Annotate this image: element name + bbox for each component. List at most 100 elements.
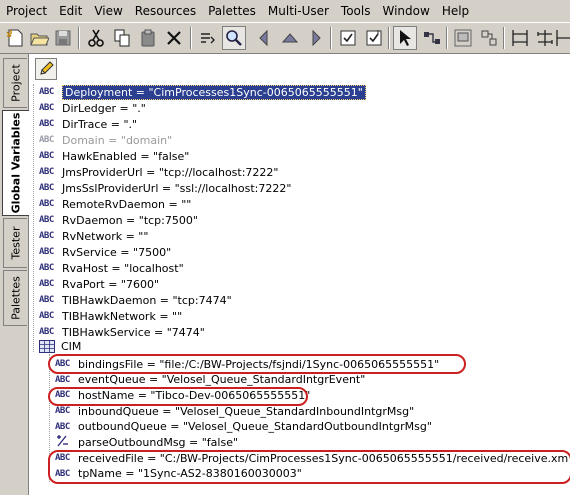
tab-tester[interactable]: Tester bbox=[3, 218, 27, 268]
ungroup-icon[interactable] bbox=[477, 26, 501, 50]
tree-connector bbox=[33, 84, 34, 352]
menu-project[interactable]: Project bbox=[0, 0, 53, 22]
variable-row[interactable]: ABC TIBHawkDaemon = "tcp:7474" bbox=[39, 292, 232, 308]
variable-text: receivedFile = "C:/BW-Projects/CimProces… bbox=[78, 451, 569, 465]
string-type-icon: ABC bbox=[39, 279, 54, 289]
string-type-icon: ABC bbox=[39, 263, 54, 273]
find-icon[interactable] bbox=[196, 26, 220, 50]
variable-row[interactable]: ABC JmsProviderUrl = "tcp://localhost:722… bbox=[39, 164, 278, 180]
variable-text: TIBHawkNetwork = "" bbox=[62, 309, 183, 323]
variable-row[interactable]: ABC RemoteRvDaemon = "" bbox=[39, 196, 191, 212]
variable-row[interactable]: ABC TIBHawkNetwork = "" bbox=[39, 308, 182, 324]
variable-text: inboundQueue = "Velosel_Queue_StandardIn… bbox=[78, 404, 415, 418]
string-type-icon: ABC bbox=[39, 231, 54, 241]
menu-palettes[interactable]: Palettes bbox=[202, 0, 262, 22]
variable-text: RvService = "7500" bbox=[62, 245, 172, 259]
new-icon[interactable] bbox=[3, 26, 27, 50]
copy-icon[interactable] bbox=[110, 26, 134, 50]
string-type-icon: ABC bbox=[39, 311, 54, 321]
string-type-icon: ABC bbox=[39, 135, 54, 145]
variable-row[interactable]: ABC DirLedger = "." bbox=[39, 100, 146, 116]
variable-row[interactable]: ABC HawkEnabled = "false" bbox=[39, 148, 189, 164]
align-right-icon[interactable] bbox=[554, 26, 570, 50]
toolbar-separator bbox=[190, 27, 192, 49]
string-type-icon: ABC bbox=[39, 103, 54, 113]
variable-text: hostName = "Tibco-Dev-0065065555551" bbox=[78, 388, 311, 402]
string-type-icon: ABC bbox=[39, 199, 54, 209]
forward-icon[interactable] bbox=[304, 26, 328, 50]
group-node-cim[interactable]: CIM bbox=[39, 338, 81, 354]
align-left-icon[interactable] bbox=[508, 26, 532, 50]
variable-text: DirLedger = "." bbox=[62, 101, 146, 115]
menu-view[interactable]: View bbox=[88, 0, 128, 22]
group-variable-row[interactable]: parseOutboundMsg = "false" bbox=[55, 435, 238, 451]
variable-row[interactable]: ABC RvaPort = "7600" bbox=[39, 276, 159, 292]
variable-row[interactable]: ABC RvNetwork = "" bbox=[39, 228, 148, 244]
open-folder-icon[interactable] bbox=[27, 26, 51, 50]
group-variable-row[interactable]: ABC eventQueue = "Velosel_Queue_StandardI… bbox=[55, 372, 365, 388]
menu-resources[interactable]: Resources bbox=[129, 0, 202, 22]
back-icon[interactable] bbox=[252, 26, 276, 50]
tab-global-variables-label: Global Variables bbox=[9, 112, 23, 214]
variable-row[interactable]: ABC RvService = "7500" bbox=[39, 244, 171, 260]
string-type-icon: ABC bbox=[39, 247, 54, 257]
string-type-icon: ABC bbox=[39, 183, 54, 193]
tab-global-variables[interactable]: Global Variables bbox=[2, 110, 29, 216]
string-type-icon: ABC bbox=[39, 87, 54, 97]
save-icon[interactable] bbox=[51, 26, 75, 50]
menu-multi-user[interactable]: Multi-User bbox=[262, 0, 335, 22]
group-icon[interactable] bbox=[451, 26, 475, 50]
cut-icon[interactable] bbox=[84, 26, 108, 50]
variable-row[interactable]: ABC Domain = "domain" bbox=[39, 132, 172, 148]
paste-icon[interactable] bbox=[136, 26, 160, 50]
variable-text: RvNetwork = "" bbox=[62, 229, 149, 243]
variable-row[interactable]: ABC RvDaemon = "tcp:7500" bbox=[39, 212, 198, 228]
menu-help[interactable]: Help bbox=[436, 0, 475, 22]
select-pointer-icon[interactable] bbox=[393, 26, 417, 50]
group-variable-row[interactable]: ABC inboundQueue = "Velosel_Queue_Standar… bbox=[55, 403, 414, 419]
string-type-icon: ABC bbox=[55, 359, 70, 369]
string-type-icon: ABC bbox=[39, 295, 54, 305]
up-icon[interactable] bbox=[278, 26, 302, 50]
table-group-icon bbox=[39, 339, 55, 353]
connect-icon[interactable] bbox=[420, 26, 444, 50]
tab-project[interactable]: Project bbox=[3, 58, 27, 108]
toolbar bbox=[0, 22, 570, 54]
string-type-icon: ABC bbox=[39, 167, 54, 177]
variable-row[interactable]: ABC RvaHost = "localhost" bbox=[39, 260, 184, 276]
boolean-type-icon bbox=[55, 435, 73, 450]
variable-text: RemoteRvDaemon = "" bbox=[62, 197, 192, 211]
menu-tools[interactable]: Tools bbox=[335, 0, 377, 22]
variable-text: bindingsFile = "file:/C:/BW-Projects/fsj… bbox=[78, 357, 440, 371]
variable-text: JmsSslProviderUrl = "ssl://localhost:722… bbox=[62, 181, 292, 195]
group-variable-row[interactable]: ABC receivedFile = "C:/BW-Projects/CimPro… bbox=[55, 450, 568, 466]
group-variable-row[interactable]: ABC hostName = "Tibco-Dev-0065065555551" bbox=[55, 387, 310, 403]
variable-row[interactable]: ABC DirTrace = "." bbox=[39, 116, 137, 132]
validate-icon[interactable] bbox=[336, 26, 360, 50]
delete-icon[interactable] bbox=[162, 26, 186, 50]
pencil-icon bbox=[40, 61, 54, 75]
toolbar-separator bbox=[503, 27, 505, 49]
toolbar-separator bbox=[330, 27, 332, 49]
tab-palettes[interactable]: Palettes bbox=[3, 270, 27, 326]
variable-text: RvDaemon = "tcp:7500" bbox=[62, 213, 198, 227]
search-zoom-icon[interactable] bbox=[222, 26, 246, 50]
group-variable-row[interactable]: ABC outboundQueue = "Velosel_Queue_Standa… bbox=[55, 419, 432, 435]
toolbar-separator bbox=[388, 27, 390, 49]
toolbar-separator bbox=[446, 27, 448, 49]
menu-edit[interactable]: Edit bbox=[53, 0, 88, 22]
menu-window[interactable]: Window bbox=[376, 0, 435, 22]
group-variable-row[interactable]: ABC tpName = "1Sync-AS2-8380160030003" bbox=[55, 466, 302, 482]
checkin-icon[interactable] bbox=[362, 26, 386, 50]
tab-palettes-label: Palettes bbox=[9, 276, 22, 320]
variable-row[interactable]: ABC JmsSslProviderUrl = "ssl://localhost:… bbox=[39, 180, 291, 196]
variable-row[interactable]: ABC Deployment = "CimProcesses1Sync-00650… bbox=[39, 84, 366, 100]
string-type-icon: ABC bbox=[39, 119, 54, 129]
string-type-icon: ABC bbox=[55, 406, 70, 417]
string-type-icon: ABC bbox=[39, 327, 54, 337]
group-variable-row[interactable]: ABC bindingsFile = "file:/C:/BW-Projects/… bbox=[55, 356, 439, 372]
variable-text: tpName = "1Sync-AS2-8380160030003" bbox=[78, 467, 302, 481]
edit-pencil-button[interactable] bbox=[35, 58, 57, 80]
variable-text: TIBHawkService = "7474" bbox=[62, 325, 205, 339]
variable-text: RvaPort = "7600" bbox=[62, 277, 160, 291]
